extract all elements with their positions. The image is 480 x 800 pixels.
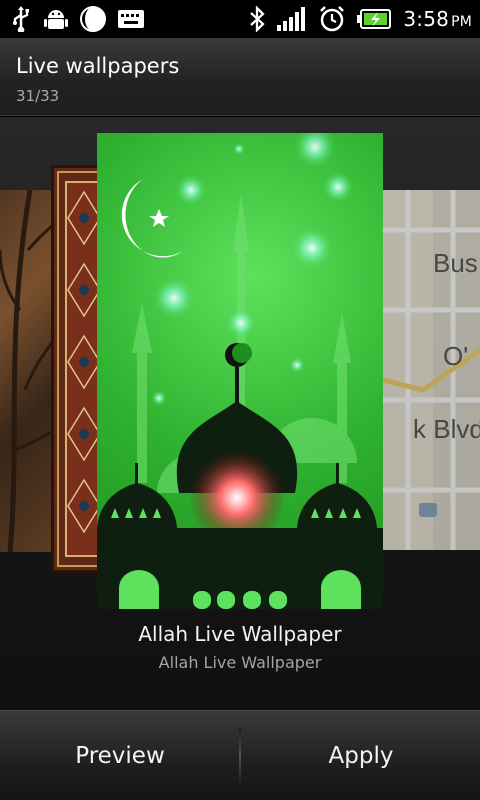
wallpaper-thumbnail-selected[interactable]: [97, 133, 383, 609]
header: Live wallpapers 31/33: [0, 38, 480, 116]
wallpaper-carousel[interactable]: Bus O' k Blvd Allah Live Wallpaper Allah…: [0, 117, 480, 710]
wallpaper-name: Allah Live Wallpaper: [138, 622, 342, 646]
action-bar: Preview Apply: [0, 710, 480, 800]
system-icons: 3:58 PM: [249, 4, 472, 34]
alarm-icon: [319, 6, 345, 32]
map-label-2: O': [443, 341, 468, 371]
preview-button[interactable]: Preview: [0, 711, 240, 800]
usb-icon: [10, 6, 32, 32]
notification-icons: [10, 4, 144, 34]
moon-icon: [80, 6, 106, 32]
signal-icon: [277, 7, 307, 31]
map-label-3: k Blvd: [413, 414, 480, 444]
clock: 3:58 PM: [403, 7, 472, 31]
status-bar: 3:58 PM: [0, 0, 480, 38]
page-title: Live wallpapers: [16, 54, 180, 78]
keyboard-icon: [118, 10, 144, 28]
bluetooth-icon: [249, 6, 266, 32]
android-debug-icon: [44, 6, 68, 32]
map-label-1: Bus: [433, 248, 478, 278]
apply-button[interactable]: Apply: [241, 711, 480, 800]
wallpaper-subtitle: Allah Live Wallpaper: [158, 653, 322, 672]
position-counter: 31/33: [16, 87, 60, 105]
wallpaper-thumbnail-next1[interactable]: Bus O' k Blvd: [383, 190, 480, 550]
battery-charging-icon: [357, 9, 392, 29]
